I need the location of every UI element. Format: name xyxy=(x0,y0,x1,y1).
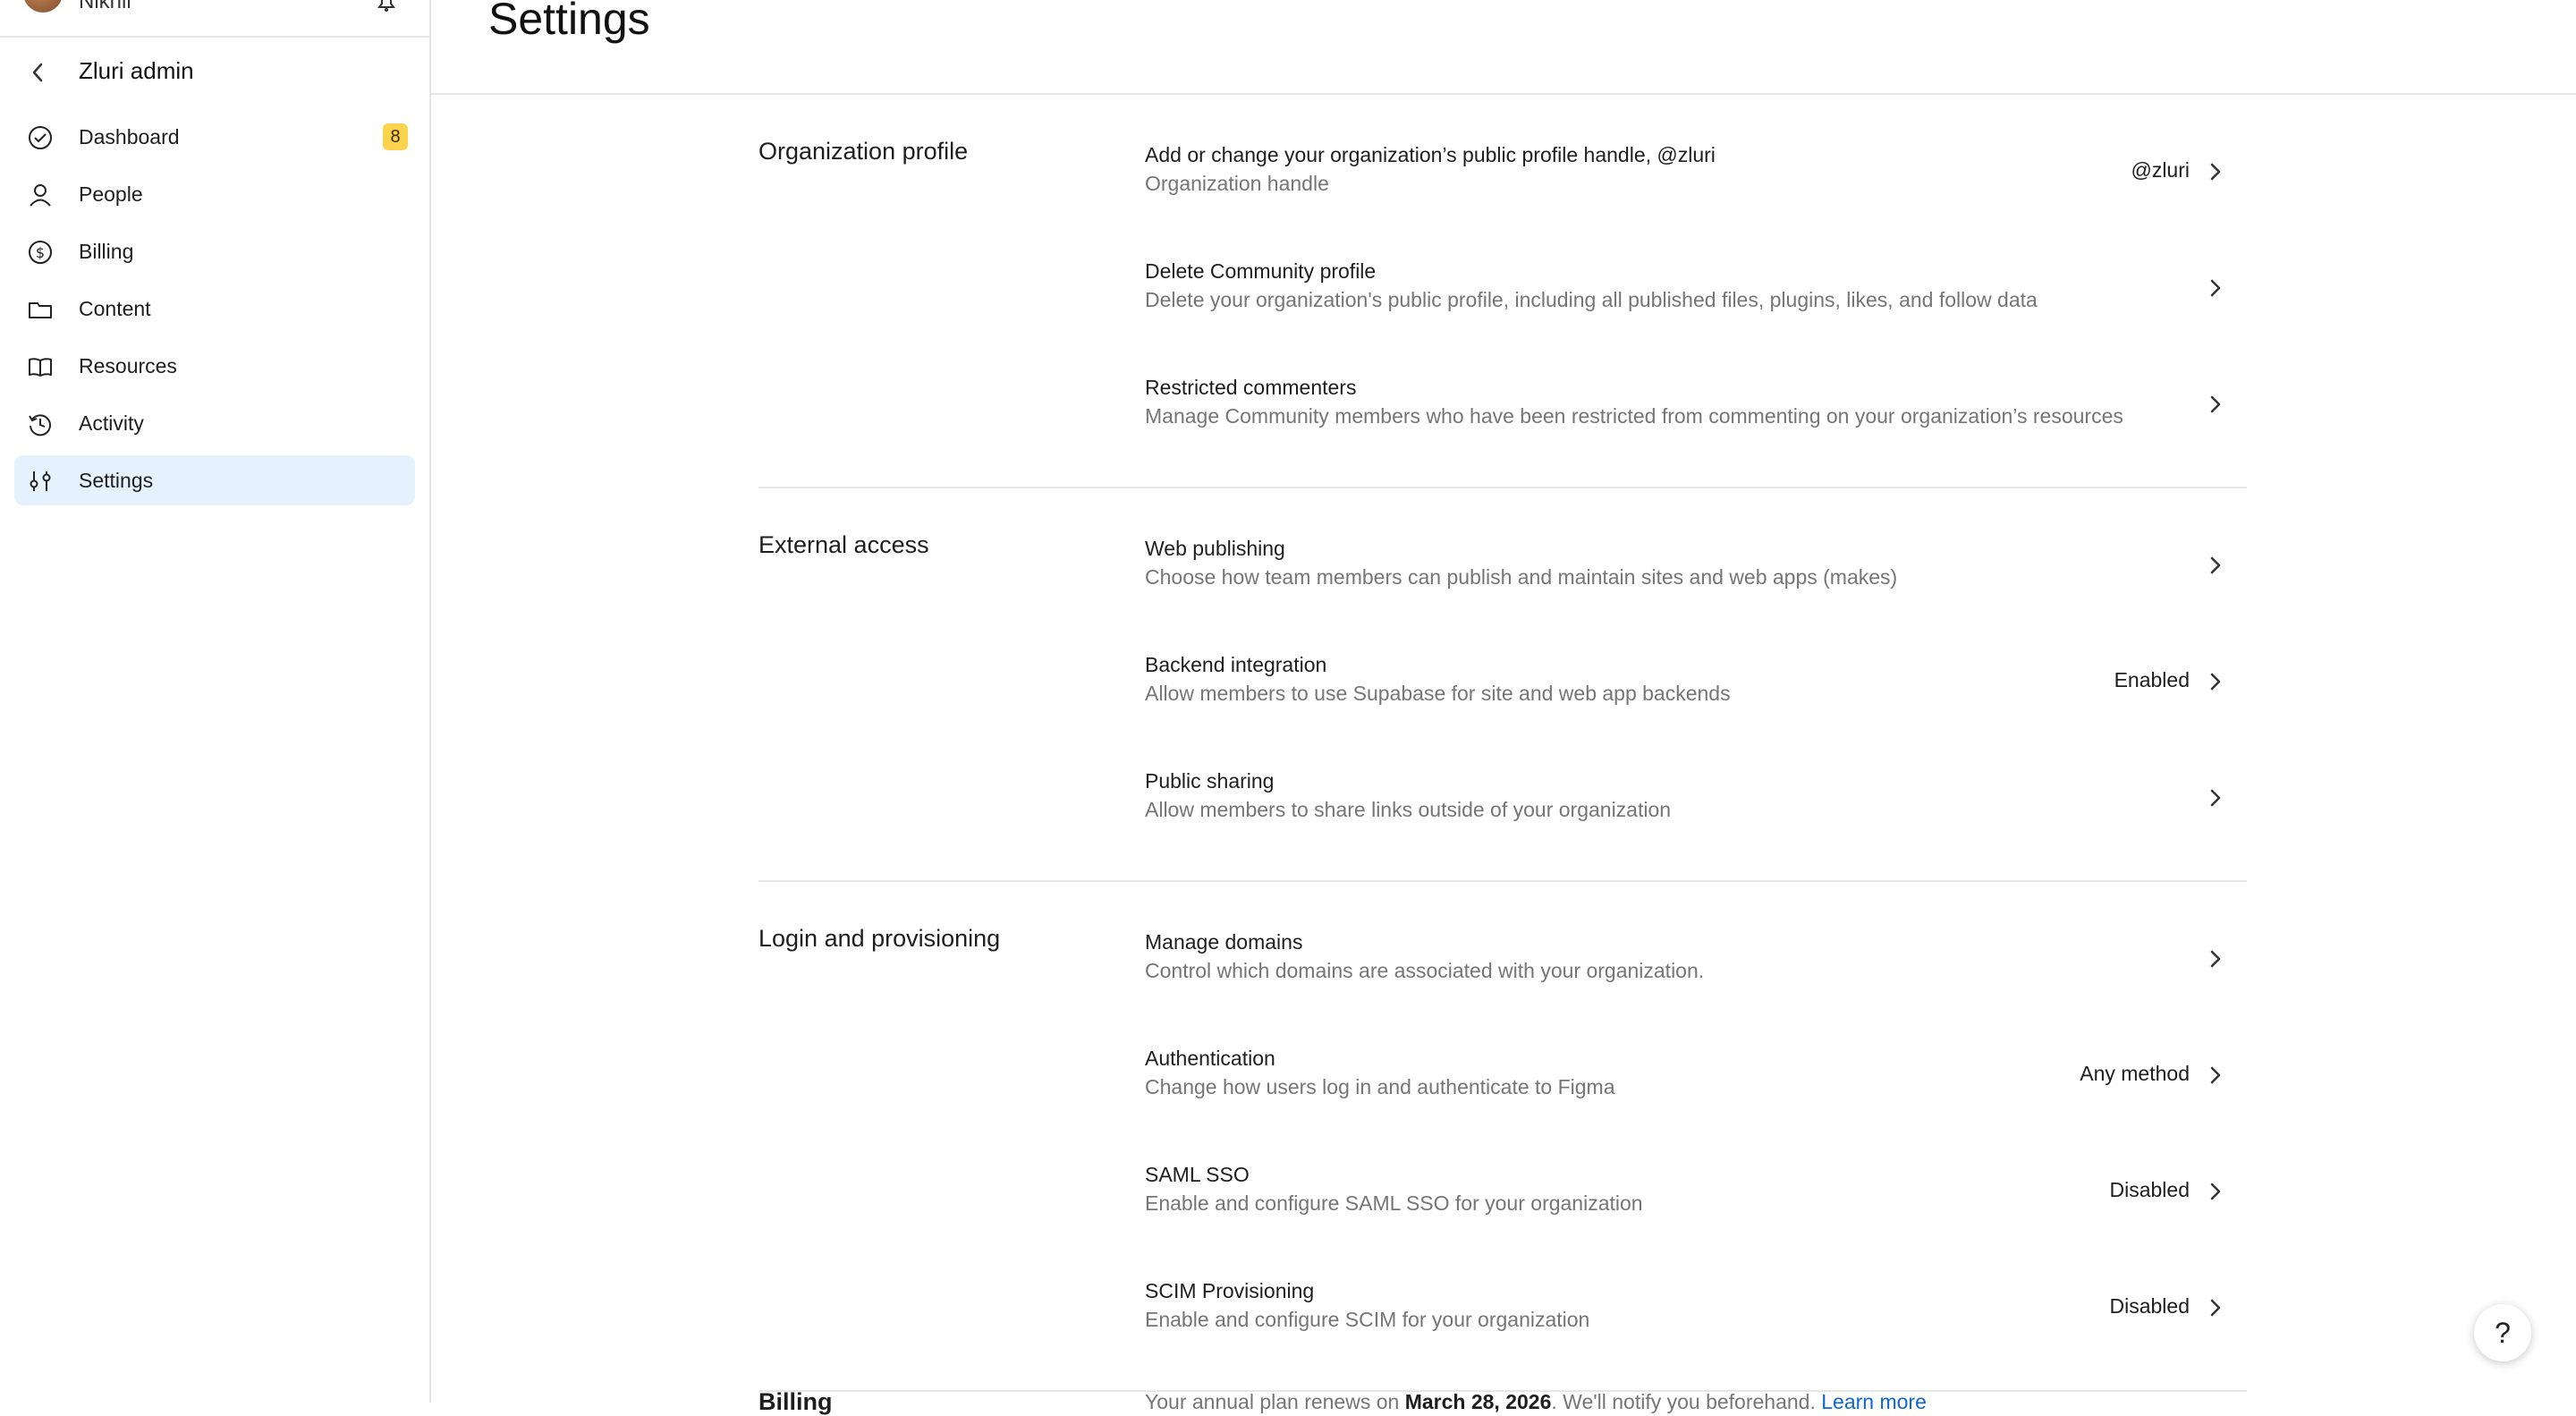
sidebar: Nikhil Zluri admin Dashboard 8 People $ … xyxy=(0,0,431,1403)
sidebar-item-dashboard[interactable]: Dashboard 8 xyxy=(14,112,415,162)
chevron-right-icon xyxy=(2210,395,2221,413)
sidebar-item-content[interactable]: Content xyxy=(14,284,415,334)
learn-more-link[interactable]: Learn more xyxy=(1821,1390,1927,1413)
chevron-right-icon xyxy=(2210,556,2221,574)
setting-description: Enable and configure SAML SSO for your o… xyxy=(1145,1191,1643,1215)
sidebar-item-label: Activity xyxy=(79,411,144,435)
setting-title: SAML SSO xyxy=(1145,1163,1250,1186)
sidebar-item-resources[interactable]: Resources xyxy=(14,341,415,391)
billing-text-after: . We'll notify you beforehand. xyxy=(1551,1390,1822,1413)
setting-value: Disabled xyxy=(2109,1178,2190,1201)
sidebar-item-people[interactable]: People xyxy=(14,169,415,219)
setting-title: Web publishing xyxy=(1145,537,1285,560)
sidebar-item-label: Billing xyxy=(79,240,134,263)
avatar[interactable] xyxy=(23,0,63,13)
setting-value: Any method xyxy=(2080,1062,2190,1085)
setting-row-web-publishing[interactable]: Web publishing Choose how team members c… xyxy=(1145,510,2247,626)
setting-value: Enabled xyxy=(2114,668,2190,691)
setting-description: Delete your organization's public profil… xyxy=(1145,288,2038,311)
sidebar-item-label: People xyxy=(79,182,143,206)
chevron-right-icon xyxy=(2210,279,2221,297)
check-circle-icon xyxy=(29,126,52,149)
setting-title: Delete Community profile xyxy=(1145,259,1377,283)
setting-row-scim-provisioning[interactable]: SCIM Provisioning Enable and configure S… xyxy=(1145,1252,2247,1369)
person-icon xyxy=(30,184,51,207)
section-organization-profile: Organization profile Add or change your … xyxy=(758,95,2247,488)
back-arrow-icon[interactable] xyxy=(27,59,48,86)
section-billing: Billing Your annual plan renews on March… xyxy=(758,1374,2247,1415)
chevron-right-icon xyxy=(2210,163,2221,181)
setting-title: Restricted commenters xyxy=(1145,376,1357,399)
section-login-provisioning: Login and provisioning Manage domains Co… xyxy=(758,882,2247,1392)
setting-description: Enable and configure SCIM for your organ… xyxy=(1145,1308,1590,1331)
setting-description: Allow members to share links outside of … xyxy=(1145,798,1672,821)
sidebar-item-label: Dashboard xyxy=(79,125,180,148)
setting-row-delete-community-profile[interactable]: Delete Community profile Delete your org… xyxy=(1145,233,2247,349)
chevron-right-icon xyxy=(2210,789,2221,807)
setting-row-manage-domains[interactable]: Manage domains Control which domains are… xyxy=(1145,903,2247,1020)
sliders-icon xyxy=(30,471,51,491)
page-header: Settings xyxy=(431,0,2576,95)
username: Nikhil xyxy=(79,0,131,13)
setting-description: Allow members to use Supabase for site a… xyxy=(1145,682,1731,705)
dollar-circle-icon: $ xyxy=(29,241,52,264)
bell-icon[interactable] xyxy=(374,0,399,13)
svg-text:$: $ xyxy=(36,244,45,261)
sidebar-nav: Dashboard 8 People $ Billing Content Res… xyxy=(14,112,415,513)
notification-badge: 8 xyxy=(383,123,408,150)
sidebar-item-billing[interactable]: $ Billing xyxy=(14,226,415,276)
sidebar-item-label: Content xyxy=(79,297,151,320)
setting-row-authentication[interactable]: Authentication Change how users log in a… xyxy=(1145,1020,2247,1136)
setting-title: SCIM Provisioning xyxy=(1145,1279,1315,1302)
chevron-right-icon xyxy=(2210,1183,2221,1200)
section-title: External access xyxy=(758,531,929,558)
sidebar-item-label: Resources xyxy=(79,354,177,377)
setting-description: Control which domains are associated wit… xyxy=(1145,959,1705,982)
history-icon xyxy=(29,414,51,437)
setting-title: Authentication xyxy=(1145,1047,1275,1070)
setting-row-saml-sso[interactable]: SAML SSO Enable and configure SAML SSO f… xyxy=(1145,1136,2247,1252)
setting-description: Manage Community members who have been r… xyxy=(1145,404,2123,428)
setting-description: Change how users log in and authenticate… xyxy=(1145,1075,1615,1098)
renewal-date: March 28, 2026 xyxy=(1404,1390,1552,1413)
user-bar[interactable]: Nikhil xyxy=(0,0,429,38)
setting-row-public-sharing[interactable]: Public sharing Allow members to share li… xyxy=(1145,742,2247,859)
sidebar-item-settings[interactable]: Settings xyxy=(14,455,415,505)
chevron-right-icon xyxy=(2210,1066,2221,1084)
billing-text-before: Your annual plan renews on xyxy=(1145,1390,1405,1413)
page-title: Settings xyxy=(488,0,650,44)
setting-row-profile-handle[interactable]: Add or change your organization’s public… xyxy=(1145,116,2247,233)
setting-row-backend-integration[interactable]: Backend integration Allow members to use… xyxy=(1145,626,2247,742)
section-title: Organization profile xyxy=(758,138,969,165)
setting-description: Organization handle xyxy=(1145,172,1329,195)
section-external-access: External access Web publishing Choose ho… xyxy=(758,488,2247,882)
chevron-right-icon xyxy=(2210,950,2221,968)
chevron-right-icon xyxy=(2210,673,2221,691)
setting-title: Manage domains xyxy=(1145,930,1303,954)
setting-description: Choose how team members can publish and … xyxy=(1145,565,1898,589)
section-title: Login and provisioning xyxy=(758,925,1001,952)
sidebar-item-activity[interactable]: Activity xyxy=(14,398,415,448)
setting-value: Disabled xyxy=(2109,1294,2190,1318)
setting-title: Add or change your organization’s public… xyxy=(1145,143,1716,166)
folder-icon xyxy=(29,302,52,318)
setting-title: Backend integration xyxy=(1145,653,1327,676)
setting-row-restricted-commenters[interactable]: Restricted commenters Manage Community m… xyxy=(1145,349,2247,465)
settings-content: Organization profile Add or change your … xyxy=(758,95,2247,1392)
admin-title: Zluri admin xyxy=(79,57,194,84)
sidebar-item-label: Settings xyxy=(79,469,154,492)
setting-value: @zluri xyxy=(2131,158,2190,182)
book-icon xyxy=(29,358,52,377)
help-button[interactable]: ? xyxy=(2474,1304,2531,1361)
chevron-right-icon xyxy=(2210,1299,2221,1317)
setting-title: Public sharing xyxy=(1145,769,1275,793)
